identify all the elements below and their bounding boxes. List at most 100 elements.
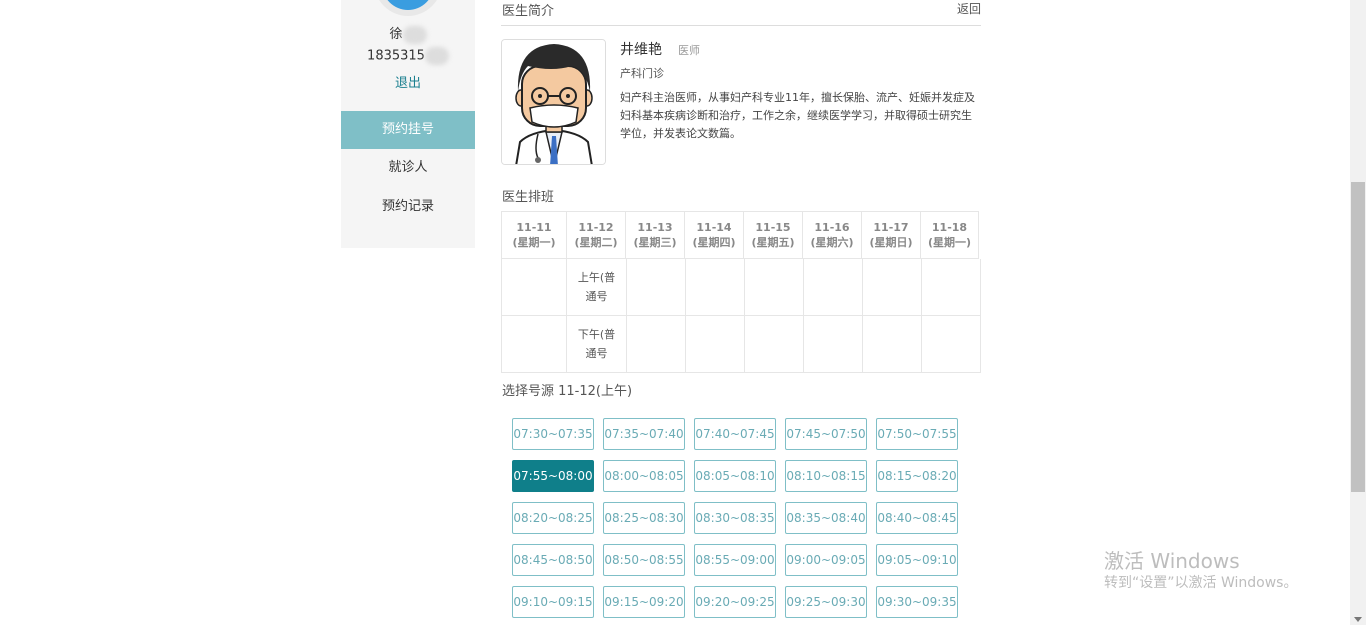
schedule-cell[interactable] (627, 316, 686, 372)
schedule-table: 11-11 (星期一) 11-12 (星期二) 11-13 (星期三) 11-14 (星… (501, 211, 981, 373)
schedule-row-label: 上午(普通号 (567, 259, 627, 315)
time-slot-button[interactable]: 09:00~09:05 (785, 544, 867, 576)
schedule-cell[interactable] (863, 316, 922, 372)
section-header: 医生简介 返回 (501, 0, 981, 26)
sidebar: 徐 1835315 退出 预约挂号 就诊人 预约记录 (341, 0, 475, 248)
time-slot-button[interactable]: 07:30~07:35 (512, 418, 594, 450)
windows-watermark-subtitle: 转到“设置”以激活 Windows。 (1104, 575, 1298, 591)
time-slot-button[interactable]: 07:40~07:45 (694, 418, 776, 450)
schedule-date: 11-18 (931, 221, 968, 234)
schedule-cell[interactable] (627, 259, 686, 315)
schedule-weekday: (星期四) (692, 236, 736, 249)
time-slot-button[interactable]: 08:25~08:30 (603, 502, 685, 534)
schedule-weekday: (星期六) (810, 236, 854, 249)
schedule-weekday: (星期五) (751, 236, 795, 249)
schedule-date: 11-16 (814, 221, 850, 234)
time-slot-button[interactable]: 08:50~08:55 (603, 544, 685, 576)
schedule-cell[interactable] (745, 259, 804, 315)
schedule-row-afternoon: 下午(普通号 (501, 316, 981, 373)
schedule-cell[interactable] (804, 316, 863, 372)
user-name: 徐 (341, 23, 475, 44)
schedule-day-header: 11-11 (星期一) (501, 211, 566, 259)
time-slot-button[interactable]: 09:15~09:20 (603, 586, 685, 618)
doctor-photo (501, 39, 606, 165)
schedule-day-header: 11-18 (星期一) (920, 211, 979, 259)
time-slot-button[interactable]: 08:40~08:45 (876, 502, 958, 534)
schedule-date: 11-12 (578, 221, 614, 234)
schedule-cell[interactable] (863, 259, 922, 315)
time-slot-button[interactable]: 09:25~09:30 (785, 586, 867, 618)
vertical-scrollbar[interactable] (1350, 0, 1366, 625)
user-phone: 1835315 (341, 47, 475, 65)
menu-item-patients[interactable]: 就诊人 (341, 149, 475, 187)
schedule-day-header: 11-15 (星期五) (743, 211, 802, 259)
schedule-date: 11-11 (516, 221, 552, 234)
time-slot-button[interactable]: 07:50~07:55 (876, 418, 958, 450)
schedule-day-header: 11-17 (星期日) (861, 211, 920, 259)
time-slot-button[interactable]: 08:55~09:00 (694, 544, 776, 576)
doctor-avatar-icon (502, 40, 605, 164)
schedule-cell[interactable] (686, 259, 745, 315)
schedule-cell[interactable] (922, 316, 981, 372)
schedule-day-header: 11-14 (星期四) (684, 211, 743, 259)
scrollbar-thumb[interactable] (1351, 182, 1365, 492)
schedule-day-header: 11-13 (星期三) (625, 211, 684, 259)
time-slot-button[interactable]: 07:45~07:50 (785, 418, 867, 450)
schedule-title: 医生排班 (502, 190, 555, 205)
time-slot-button[interactable]: 07:55~08:00 (512, 460, 594, 492)
privacy-blur (424, 47, 449, 65)
schedule-weekday: (星期一) (927, 236, 972, 249)
time-slot-button[interactable]: 08:20~08:25 (512, 502, 594, 534)
slot-grid: 07:30~07:35 07:35~07:40 07:40~07:45 07:4… (512, 418, 972, 618)
time-slot-button[interactable]: 08:15~08:20 (876, 460, 958, 492)
schedule-date: 11-13 (637, 221, 673, 234)
avatar-image (382, 0, 434, 10)
doctor-name: 井维艳 (620, 42, 662, 58)
slot-title: 选择号源 11-12(上午) (502, 384, 633, 399)
schedule-cell[interactable] (686, 316, 745, 372)
schedule-cell[interactable] (922, 259, 981, 315)
time-slot-button[interactable]: 09:05~09:10 (876, 544, 958, 576)
schedule-cell (502, 316, 567, 372)
time-slot-button[interactable]: 08:35~08:40 (785, 502, 867, 534)
schedule-weekday: (星期二) (574, 236, 618, 249)
time-slot-button[interactable]: 08:45~08:50 (512, 544, 594, 576)
schedule-date: 11-15 (755, 221, 791, 234)
schedule-weekday: (星期三) (633, 236, 677, 249)
scroll-down-arrow-icon[interactable] (1354, 617, 1362, 622)
menu-item-records[interactable]: 预约记录 (341, 188, 475, 226)
time-slot-button[interactable]: 08:10~08:15 (785, 460, 867, 492)
time-slot-button[interactable]: 08:05~08:10 (694, 460, 776, 492)
schedule-row-morning: 上午(普通号 (501, 259, 981, 316)
time-slot-button[interactable]: 09:20~09:25 (694, 586, 776, 618)
schedule-weekday: (星期一) (512, 236, 556, 249)
schedule-day-header: 11-16 (星期六) (802, 211, 861, 259)
avatar (374, 0, 442, 16)
time-slot-button[interactable]: 07:35~07:40 (603, 418, 685, 450)
doctor-description: 妇产科主治医师，从事妇产科专业11年，擅长保胎、流产、妊娠并发症及妇科基本疾病诊… (620, 91, 975, 140)
schedule-day-header: 11-12 (星期二) (566, 211, 625, 259)
time-slot-button[interactable]: 08:30~08:35 (694, 502, 776, 534)
time-slot-button[interactable]: 08:00~08:05 (603, 460, 685, 492)
schedule-weekday: (星期日) (869, 236, 913, 249)
schedule-cell (502, 259, 567, 315)
schedule-row-label: 下午(普通号 (567, 316, 627, 372)
user-name-text: 徐 (389, 27, 403, 42)
schedule-date: 11-14 (696, 221, 732, 234)
logout-link[interactable]: 退出 (341, 72, 475, 91)
windows-watermark-title: 激活 Windows (1104, 549, 1240, 573)
doctor-title: 医师 (678, 44, 700, 57)
doctor-department: 产科门诊 (620, 67, 664, 80)
schedule-cell[interactable] (745, 316, 804, 372)
page: 徐 1835315 退出 预约挂号 就诊人 预约记录 医生简介 返回 井维艳 医… (0, 0, 1366, 625)
back-link[interactable]: 返回 (957, 0, 981, 17)
privacy-blur (402, 25, 427, 44)
schedule-header-row: 11-11 (星期一) 11-12 (星期二) 11-13 (星期三) 11-14 (星… (501, 211, 981, 259)
time-slot-button[interactable]: 09:30~09:35 (876, 586, 958, 618)
schedule-date: 11-17 (873, 221, 909, 234)
user-phone-text: 1835315 (367, 48, 425, 64)
menu-item-appointment[interactable]: 预约挂号 (341, 111, 475, 149)
time-slot-button[interactable]: 09:10~09:15 (512, 586, 594, 618)
section-title: 医生简介 (502, 4, 555, 19)
schedule-cell[interactable] (804, 259, 863, 315)
